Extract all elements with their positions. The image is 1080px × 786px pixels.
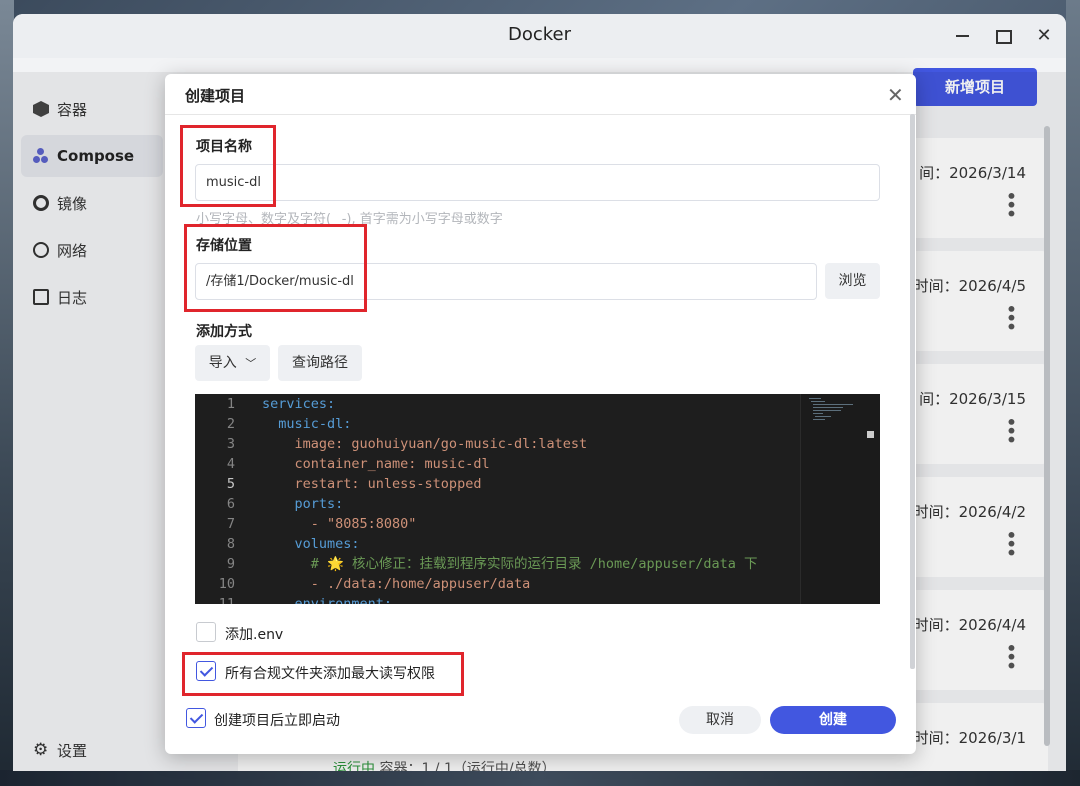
cancel-button[interactable]: 取消 [679, 706, 761, 734]
highlight-box-storage [184, 224, 367, 312]
dialog-title: 创建项目 [185, 87, 246, 105]
start-after-create-label: 创建项目后立即启动 [214, 713, 340, 729]
add-env-label: 添加.env [225, 627, 284, 643]
import-label: 导入 [208, 355, 237, 371]
project-name-input[interactable]: music-dl [195, 164, 880, 201]
query-path-button[interactable]: 查询路径 [278, 345, 362, 381]
close-icon[interactable]: ✕ [1030, 22, 1058, 50]
divider [165, 114, 916, 115]
create-button[interactable]: 创建 [770, 706, 896, 734]
close-icon[interactable]: ✕ [887, 83, 904, 107]
desktop-background-right [1066, 0, 1080, 786]
app-title: Docker [507, 24, 572, 45]
desktop-background-bottom [0, 770, 1080, 786]
minimize-icon[interactable] [949, 22, 977, 50]
highlight-box-project-name [180, 125, 276, 207]
code-minimap[interactable] [800, 394, 880, 604]
add-env-checkbox[interactable] [196, 622, 216, 642]
chevron-down-icon: ﹀ [245, 357, 257, 370]
title-bar: Docker ✕ [13, 14, 1066, 58]
browse-button[interactable]: 浏览 [825, 263, 880, 299]
highlight-box-permission [182, 652, 464, 696]
start-after-create-checkbox[interactable] [186, 708, 206, 728]
dialog-scrollbar[interactable] [910, 114, 915, 669]
add-method-label: 添加方式 [196, 324, 252, 340]
compose-code-editor[interactable]: 1 services: 2 music-dl: 3 image: guohuiyu… [195, 394, 880, 604]
import-dropdown[interactable]: 导入 ﹀ [195, 345, 270, 381]
create-project-dialog: 创建项目 ✕ 项目名称 music-dl 小写字母、数字及字符(_ -), 首字… [165, 74, 916, 754]
minimap-slider[interactable] [867, 431, 874, 438]
maximize-icon[interactable] [988, 22, 1016, 50]
desktop-background-left [0, 0, 14, 786]
